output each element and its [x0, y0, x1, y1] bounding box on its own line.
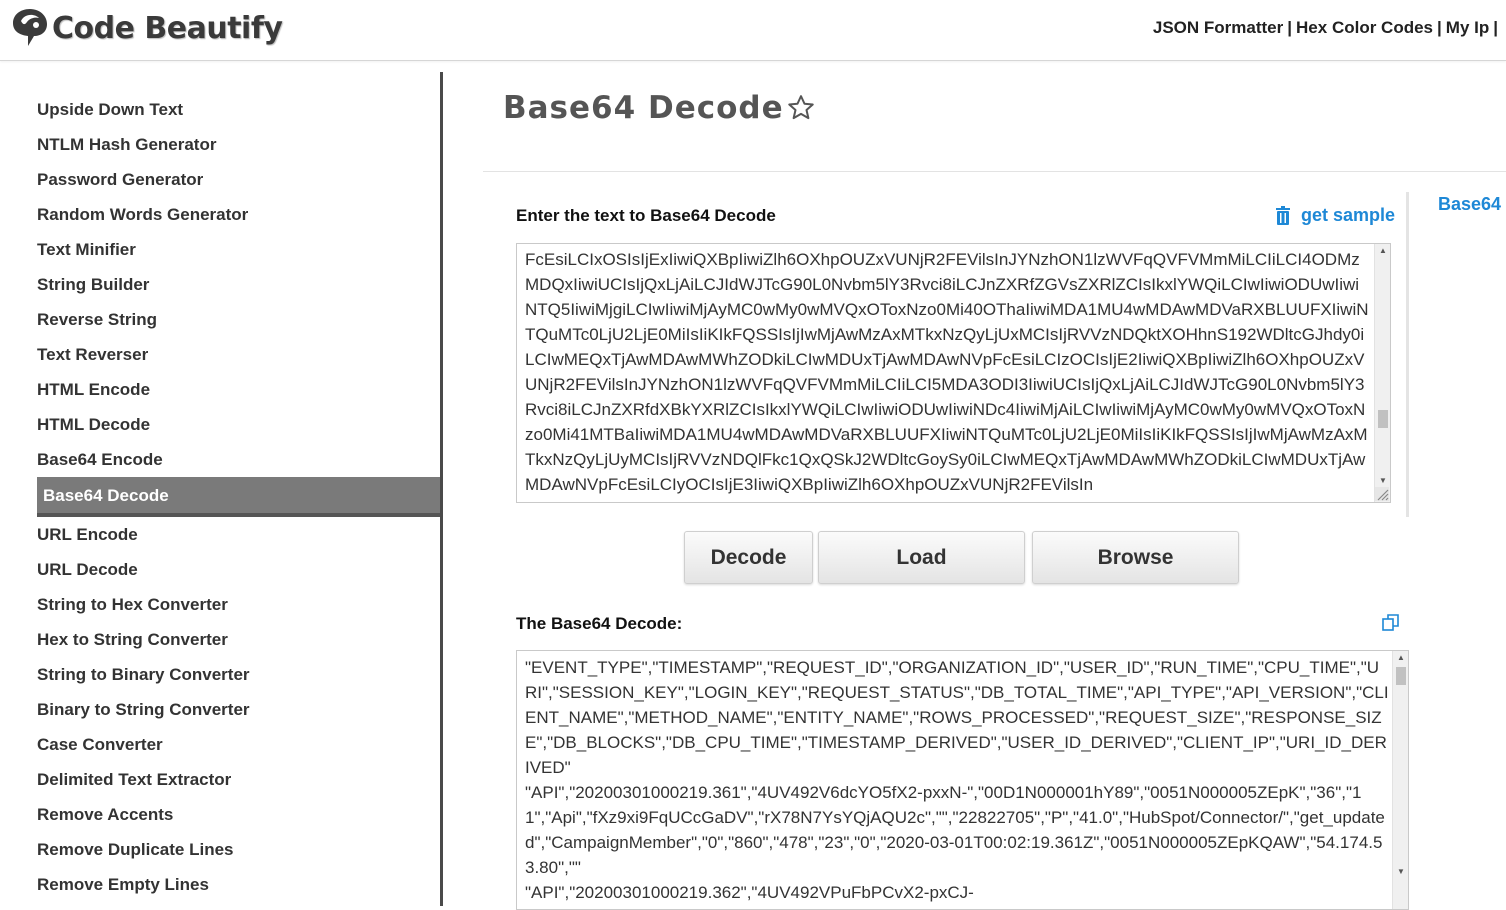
scroll-thumb[interactable] — [1396, 667, 1406, 685]
title-divider — [483, 171, 1506, 172]
sidebar-item-html-decode[interactable]: HTML Decode — [37, 407, 441, 442]
sidebar-item-url-encode[interactable]: URL Encode — [37, 517, 441, 552]
sidebar: Upside Down Text NTLM Hash Generator Pas… — [0, 72, 443, 906]
scroll-up-icon[interactable]: ▲ — [1375, 244, 1390, 258]
favorite-star-icon[interactable] — [786, 93, 816, 123]
sidebar-item-hex-to-string[interactable]: Hex to String Converter — [37, 622, 441, 657]
sidebar-item-remove-accents[interactable]: Remove Accents — [37, 797, 441, 832]
scroll-down-icon[interactable]: ▼ — [1375, 474, 1390, 488]
sidebar-divider — [440, 72, 443, 906]
right-column-divider — [1406, 192, 1409, 517]
sidebar-item-text-minifier[interactable]: Text Minifier — [37, 232, 441, 267]
output-text-content: "EVENT_TYPE","TIMESTAMP","REQUEST_ID","O… — [525, 658, 1389, 902]
output-scrollbar[interactable]: ▲ ▼ — [1392, 651, 1408, 909]
top-nav: JSON Formatter | Hex Color Codes | My Ip | — [1152, 18, 1498, 37]
decoded-output-textarea[interactable]: "EVENT_TYPE","TIMESTAMP","REQUEST_ID","O… — [516, 650, 1409, 910]
sidebar-item-password-generator[interactable]: Password Generator — [37, 162, 441, 197]
scroll-up-icon[interactable]: ▲ — [1393, 651, 1408, 665]
input-label: Enter the text to Base64 Decode — [516, 206, 776, 225]
sidebar-item-text-reverser[interactable]: Text Reverser — [37, 337, 441, 372]
get-sample-link[interactable]: get sample — [1275, 205, 1395, 226]
trash-icon — [1276, 206, 1290, 225]
sidebar-item-url-decode[interactable]: URL Decode — [37, 552, 441, 587]
nav-my-ip[interactable]: My Ip — [1446, 18, 1489, 37]
sidebar-item-base64-decode[interactable]: Base64 Decode — [37, 477, 441, 517]
sidebar-item-string-to-binary[interactable]: String to Binary Converter — [37, 657, 441, 692]
input-scrollbar[interactable]: ▲ ▼ — [1374, 244, 1390, 502]
copy-icon[interactable] — [1381, 613, 1401, 633]
sidebar-item-upside-down-text[interactable]: Upside Down Text — [37, 92, 441, 127]
nav-hex-color-codes[interactable]: Hex Color Codes — [1296, 18, 1433, 37]
sidebar-item-ntlm-hash-generator[interactable]: NTLM Hash Generator — [37, 127, 441, 162]
sidebar-item-string-builder[interactable]: String Builder — [37, 267, 441, 302]
sidebar-item-binary-to-string[interactable]: Binary to String Converter — [37, 692, 441, 727]
page-title-text: Base64 Decode — [503, 90, 784, 126]
resize-handle-icon[interactable] — [1375, 487, 1389, 501]
right-panel-link[interactable]: Base64 I — [1438, 194, 1506, 215]
load-button[interactable]: Load — [818, 531, 1025, 584]
sidebar-item-string-to-hex[interactable]: String to Hex Converter — [37, 587, 441, 622]
sidebar-list: Upside Down Text NTLM Hash Generator Pas… — [37, 92, 441, 902]
sidebar-item-delimited-text-extractor[interactable]: Delimited Text Extractor — [37, 762, 441, 797]
page-title: Base64 Decode — [503, 90, 816, 126]
sidebar-item-case-converter[interactable]: Case Converter — [37, 727, 441, 762]
base64-input-textarea[interactable]: FcEsiLCIxOSIsIjExIiwiQXBpIiwiZlh6OXhpOUZ… — [516, 243, 1391, 503]
site-header: Code Beautify JSON Formatter | Hex Color C… — [0, 0, 1506, 61]
sidebar-item-base64-encode[interactable]: Base64 Encode — [37, 442, 441, 477]
sidebar-item-reverse-string[interactable]: Reverse String — [37, 302, 441, 337]
sidebar-item-html-encode[interactable]: HTML Encode — [37, 372, 441, 407]
decode-button[interactable]: Decode — [684, 531, 813, 584]
logo-text: Code Beautify — [52, 10, 283, 46]
sidebar-item-remove-duplicate-lines[interactable]: Remove Duplicate Lines — [37, 832, 441, 867]
sidebar-item-remove-empty-lines[interactable]: Remove Empty Lines — [37, 867, 441, 902]
logo[interactable]: Code Beautify — [10, 6, 283, 50]
browse-button[interactable]: Browse — [1032, 531, 1239, 584]
scroll-down-icon[interactable]: ▼ — [1393, 865, 1408, 879]
output-label: The Base64 Decode: — [516, 614, 683, 633]
get-sample-label: get sample — [1301, 205, 1396, 225]
sidebar-item-random-words-generator[interactable]: Random Words Generator — [37, 197, 441, 232]
input-text-content: FcEsiLCIxOSIsIjExIiwiQXBpIiwiZlh6OXhpOUZ… — [525, 250, 1369, 494]
scroll-thumb[interactable] — [1378, 410, 1388, 428]
nav-json-formatter[interactable]: JSON Formatter — [1153, 18, 1283, 37]
logo-icon — [13, 9, 47, 46]
